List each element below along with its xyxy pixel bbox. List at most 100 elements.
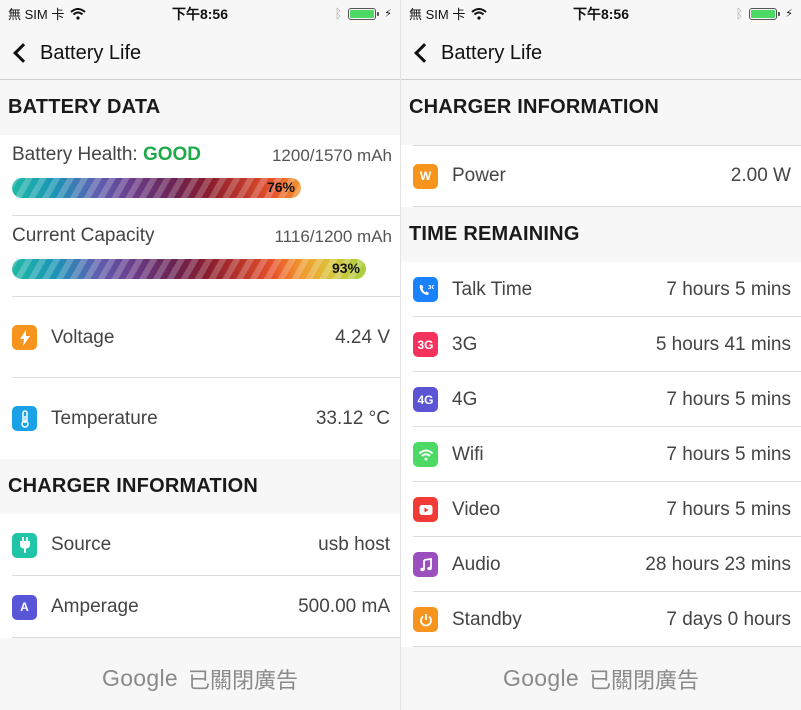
battery-data-group: Battery Health: GOOD 1200/1570 mAh 76% C… <box>0 135 400 459</box>
battery-icon <box>749 7 781 20</box>
4g-value: 7 hours 5 mins <box>666 388 791 410</box>
battery-health-percent: 76% <box>266 179 295 195</box>
thermometer-icon <box>12 406 37 431</box>
status-bar: 無 SIM 卡 下午8:56 ᛒ ⚡ <box>401 0 801 27</box>
video-label: Video <box>452 498 501 520</box>
talk-time-label: Talk Time <box>452 278 533 300</box>
back-chevron-icon[interactable] <box>414 43 434 63</box>
section-header-charger-information: CHARGER INFORMATION <box>401 80 801 135</box>
screen-left: 無 SIM 卡 下午8:56 ᛒ ⚡ Battery Life BATTERY … <box>0 0 400 710</box>
battery-icon <box>348 7 380 20</box>
bluetooth-icon: ᛒ <box>735 6 744 21</box>
bolt-icon <box>12 325 37 350</box>
power-label: Power <box>452 165 506 186</box>
talk-time-value: 7 hours 5 mins <box>666 278 791 300</box>
voltage-row: Voltage 4.24 V <box>0 297 400 378</box>
battery-health-progress-bar: 76% <box>12 178 301 198</box>
video-row: Video 7 hours 5 mins <box>401 482 801 537</box>
status-time: 下午8:56 <box>171 5 229 22</box>
4g-row: 4G 4G 7 hours 5 mins <box>401 372 801 427</box>
video-play-icon <box>413 497 438 522</box>
charging-bolt-icon: ⚡ <box>785 8 793 20</box>
back-chevron-icon[interactable] <box>13 43 33 63</box>
amperage-value: 500.00 mA <box>298 596 390 617</box>
audio-label: Audio <box>452 553 501 575</box>
temperature-label: Temperature <box>51 407 158 429</box>
battery-health-row: Battery Health: GOOD 1200/1570 mAh 76% <box>0 135 400 216</box>
nav-bar: Battery Life <box>0 27 400 80</box>
3g-value: 5 hours 41 mins <box>655 333 791 355</box>
power-value: 2.00 W <box>730 165 791 186</box>
divider <box>12 637 400 638</box>
wifi-signal-icon <box>471 7 487 20</box>
audio-value: 28 hours 23 mins <box>645 553 791 575</box>
ad-banner[interactable]: Google 已關閉廣告 <box>0 647 400 710</box>
time-remaining-group: 3G Talk Time 7 hours 5 mins 3G 3G 5 hour… <box>401 262 801 647</box>
current-capacity-row: Current Capacity 1116/1200 mAh 93% <box>0 216 400 297</box>
section-header-battery-data: BATTERY DATA <box>0 80 400 135</box>
status-time: 下午8:56 <box>572 5 630 22</box>
current-capacity-percent: 93% <box>331 260 360 276</box>
power-row: W Power 2.00 W <box>401 145 801 207</box>
back-button-title[interactable]: Battery Life <box>40 42 141 65</box>
battery-health-label: Battery Health: GOOD <box>12 144 201 166</box>
3g-icon: 3G <box>413 332 438 357</box>
power-watt-glyph: W <box>419 169 432 183</box>
power-watt-icon: W <box>413 163 438 189</box>
source-label: Source <box>51 534 112 555</box>
bluetooth-icon: ᛒ <box>334 6 343 21</box>
plug-icon <box>12 532 37 558</box>
standby-value: 7 days 0 hours <box>666 608 791 630</box>
4g-glyph: 4G <box>417 392 434 407</box>
wifi-row: Wifi 7 hours 5 mins <box>401 427 801 482</box>
battery-health-value: 1200/1570 mAh <box>271 146 392 165</box>
divider <box>413 206 801 207</box>
carrier-label: 無 SIM 卡 <box>8 7 65 22</box>
charger-group: Source usb host A Amperage 500.00 mA <box>0 514 400 638</box>
3g-row: 3G 3G 5 hours 41 mins <box>401 317 801 372</box>
carrier-label: 無 SIM 卡 <box>409 7 466 22</box>
current-capacity-label: Current Capacity <box>12 225 155 246</box>
wifi-label: Wifi <box>452 443 484 465</box>
screen-right: 無 SIM 卡 下午8:56 ᛒ ⚡ Battery Life CHARGER … <box>400 0 801 710</box>
ad-brand: Google <box>102 665 178 691</box>
audio-row: Audio 28 hours 23 mins <box>401 537 801 592</box>
power-icon <box>413 607 438 632</box>
wifi-icon <box>413 442 438 467</box>
amperage-icon: A <box>12 594 37 620</box>
amperage-icon-glyph: A <box>20 600 29 614</box>
phone-icon: 3G <box>413 277 438 302</box>
amperage-row: A Amperage 500.00 mA <box>0 576 400 638</box>
4g-icon: 4G <box>413 387 438 412</box>
standby-label: Standby <box>452 608 522 630</box>
battery-health-status: GOOD <box>142 144 202 165</box>
wifi-value: 7 hours 5 mins <box>666 443 791 465</box>
section-header-time-remaining: TIME REMAINING <box>401 207 801 262</box>
status-bar: 無 SIM 卡 下午8:56 ᛒ ⚡ <box>0 0 400 27</box>
wifi-signal-icon <box>70 7 86 20</box>
section-header-charger-information: CHARGER INFORMATION <box>0 459 400 514</box>
ad-closed-text: 已關閉廣告 <box>187 667 298 693</box>
amperage-label: Amperage <box>51 596 139 617</box>
battery-health-text: Battery Health: <box>12 144 143 165</box>
ad-brand: Google <box>503 665 579 691</box>
ad-closed-text: 已關閉廣告 <box>588 667 699 693</box>
current-capacity-progress-bar: 93% <box>12 259 366 279</box>
video-value: 7 hours 5 mins <box>666 498 791 520</box>
nav-bar: Battery Life <box>401 27 801 80</box>
source-value: usb host <box>318 534 390 555</box>
music-note-icon <box>413 552 438 577</box>
voltage-value: 4.24 V <box>335 326 390 348</box>
3g-label: 3G <box>452 333 478 355</box>
charging-bolt-icon: ⚡ <box>384 8 392 20</box>
temperature-row: Temperature 33.12 °C <box>0 378 400 459</box>
back-button-title[interactable]: Battery Life <box>441 42 542 65</box>
voltage-label: Voltage <box>51 326 115 348</box>
talk-time-row: 3G Talk Time 7 hours 5 mins <box>401 262 801 317</box>
temperature-value: 33.12 °C <box>315 407 390 429</box>
4g-label: 4G <box>452 388 478 410</box>
3g-glyph: 3G <box>417 337 434 352</box>
svg-text:3G: 3G <box>428 285 434 291</box>
standby-row: Standby 7 days 0 hours <box>401 592 801 647</box>
ad-banner[interactable]: Google 已關閉廣告 <box>401 647 801 710</box>
